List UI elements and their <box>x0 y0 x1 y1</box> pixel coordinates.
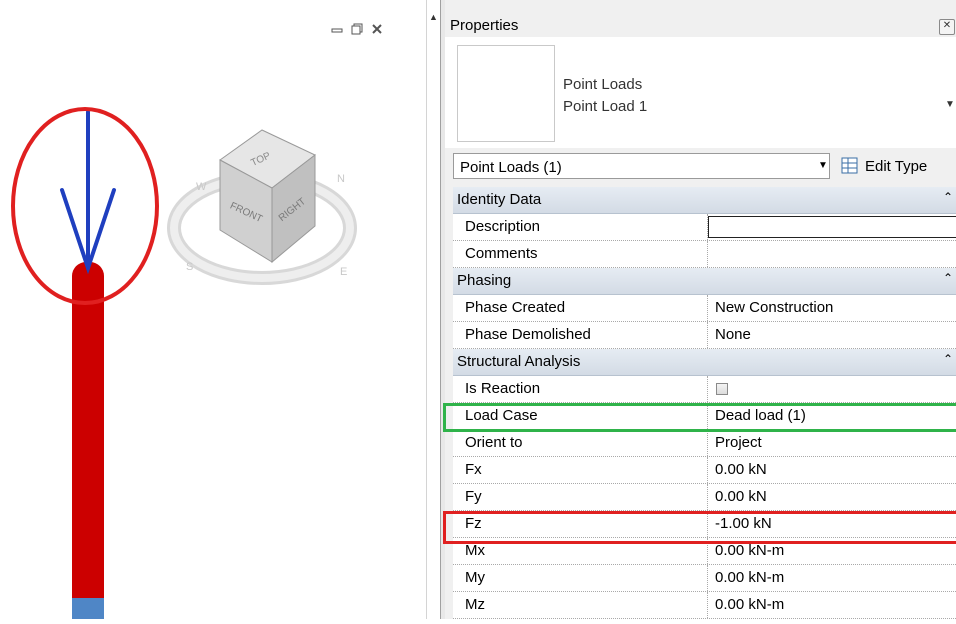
chevron-down-icon[interactable]: ▼ <box>818 160 828 171</box>
chevron-down-icon[interactable]: ▼ <box>945 99 955 110</box>
close-icon[interactable]: ✕ <box>939 19 955 35</box>
compass-s[interactable]: S <box>186 261 193 273</box>
property-name: Phase Demolished <box>465 326 591 343</box>
scroll-up-arrow-icon[interactable]: ▲ <box>429 12 438 22</box>
mz-value[interactable]: 0.00 kN-m <box>707 592 956 618</box>
property-row-my: My 0.00 kN-m <box>453 565 956 592</box>
fx-value[interactable]: 0.00 kN <box>707 457 956 483</box>
property-row-fx: Fx 0.00 kN <box>453 457 956 484</box>
property-name: Is Reaction <box>465 380 541 397</box>
3d-viewport[interactable]: TOP FRONT RIGHT N E S W <box>0 0 410 624</box>
phase-created-value[interactable]: New Construction <box>707 295 956 321</box>
properties-palette: Properties ✕ Point Loads Point Load 1 ▼ … <box>445 0 956 619</box>
structural-member[interactable] <box>72 262 104 624</box>
description-input[interactable] <box>708 216 956 238</box>
type-family-name: Point Loads <box>563 76 643 93</box>
model-canvas[interactable]: TOP FRONT RIGHT N E S W <box>0 0 410 624</box>
collapse-icon[interactable]: ⌃ <box>943 190 953 204</box>
close-icon[interactable] <box>370 22 384 36</box>
is-reaction-checkbox[interactable] <box>716 383 728 395</box>
group-label: Identity Data <box>457 191 542 208</box>
property-name: Fz <box>465 515 482 532</box>
group-label: Phasing <box>457 272 512 289</box>
my-value[interactable]: 0.00 kN-m <box>707 565 956 591</box>
member-end <box>72 598 104 619</box>
property-row-is-reaction: Is Reaction <box>453 376 956 403</box>
group-phasing[interactable]: Phasing ⌃ <box>453 268 956 295</box>
property-row-mz: Mz 0.00 kN-m <box>453 592 956 619</box>
compass-e[interactable]: E <box>340 266 347 278</box>
property-name: Description <box>465 218 541 235</box>
property-row-description: Description <box>453 214 956 241</box>
compass-n[interactable]: N <box>337 173 345 185</box>
group-structural-analysis[interactable]: Structural Analysis ⌃ <box>453 349 956 376</box>
viewcube[interactable]: TOP FRONT RIGHT N E S W <box>167 129 357 285</box>
property-row-comments: Comments <box>453 241 956 268</box>
property-name: Comments <box>465 245 538 262</box>
group-identity-data[interactable]: Identity Data ⌃ <box>453 187 956 214</box>
instance-filter-dropdown[interactable]: Point Loads (1) ▼ <box>453 153 830 179</box>
property-name: Fx <box>465 461 482 478</box>
property-row-phase-created: Phase Created New Construction <box>453 295 956 322</box>
property-row-orient-to: Orient to Project <box>453 430 956 457</box>
property-name: Mx <box>465 542 485 559</box>
instance-filter-value: Point Loads (1) <box>460 159 562 176</box>
property-name: My <box>465 569 485 586</box>
point-load-arrow[interactable] <box>60 110 116 275</box>
viewport-scrollbar[interactable]: ▲ <box>426 0 441 619</box>
phase-demolished-value[interactable]: None <box>707 322 956 348</box>
collapse-icon[interactable]: ⌃ <box>943 271 953 285</box>
instance-filter-row: Point Loads (1) ▼ Edit Type <box>445 149 956 185</box>
properties-grid: Identity Data ⌃ Description Comments Pha… <box>453 187 956 619</box>
panel-title: Properties <box>450 17 519 34</box>
fz-value[interactable]: -1.00 kN <box>707 511 956 537</box>
property-name: Load Case <box>465 407 538 424</box>
load-case-value[interactable]: Dead load (1) <box>707 403 956 429</box>
collapse-icon[interactable]: ⌃ <box>943 352 953 366</box>
edit-type-label: Edit Type <box>865 157 928 175</box>
property-row-fy: Fy 0.00 kN <box>453 484 956 511</box>
property-row-fz: Fz -1.00 kN <box>453 511 956 538</box>
restore-icon[interactable] <box>350 22 364 36</box>
compass-w[interactable]: W <box>196 181 207 193</box>
property-name: Orient to <box>465 434 523 451</box>
type-preview-image <box>457 45 555 142</box>
property-name: Phase Created <box>465 299 566 316</box>
property-row-phase-demolished: Phase Demolished None <box>453 322 956 349</box>
type-name: Point Load 1 <box>563 98 648 115</box>
property-row-load-case: Load Case Dead load (1) <box>453 403 956 430</box>
property-name: Fy <box>465 488 482 505</box>
type-selector[interactable]: Point Loads Point Load 1 ▼ <box>445 37 956 148</box>
property-row-mx: Mx 0.00 kN-m <box>453 538 956 565</box>
edit-type-button[interactable]: Edit Type <box>841 153 927 179</box>
comments-input[interactable] <box>707 241 956 267</box>
panel-title-bar[interactable]: Properties ✕ <box>445 5 956 37</box>
edit-type-icon <box>841 157 858 174</box>
group-label: Structural Analysis <box>457 353 581 370</box>
mx-value[interactable]: 0.00 kN-m <box>707 538 956 564</box>
fy-value[interactable]: 0.00 kN <box>707 484 956 510</box>
orient-to-value[interactable]: Project <box>707 430 956 456</box>
minimize-icon[interactable] <box>330 22 344 36</box>
property-name: Mz <box>465 596 485 613</box>
